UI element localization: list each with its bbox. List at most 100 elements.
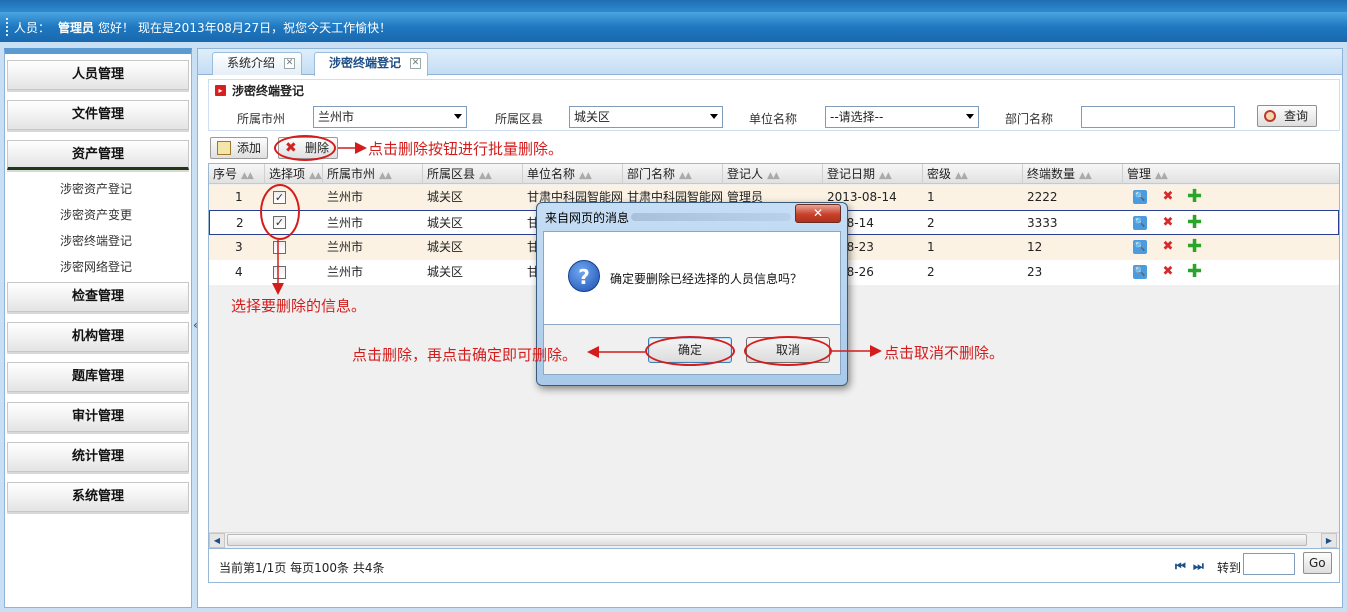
panel-title-text: 涉密终端登记	[232, 84, 305, 98]
menu-statistics[interactable]: 统计管理	[7, 442, 189, 472]
col-header-city[interactable]: 所属市州 ▲▲	[323, 164, 423, 184]
col-header-label: 管理	[1127, 167, 1152, 181]
add-icon[interactable]: ✚	[1187, 214, 1202, 232]
col-header-date[interactable]: 登记日期 ▲▲	[823, 164, 923, 184]
city-select[interactable]: 兰州市	[313, 106, 467, 128]
scroll-thumb[interactable]	[227, 534, 1307, 546]
dialog-message: 确定要删除已经选择的人员信息吗？	[610, 272, 803, 286]
filter-bar: 所属市州 兰州市 所属区县 城关区 单位名称 --请选择-- 部门名称 查询	[208, 101, 1340, 131]
tab-close-icon[interactable]: ✕	[284, 58, 296, 69]
view-icon[interactable]: 🔍	[1133, 216, 1147, 230]
menu-organization[interactable]: 机构管理	[7, 322, 189, 352]
date-message: 现在是2013年08月27日，祝您今天工作愉快！	[138, 20, 392, 35]
sort-icon: ▲▲	[1079, 171, 1092, 181]
add-button[interactable]: 添加	[210, 137, 268, 159]
cell-no: 2	[236, 216, 244, 230]
greeting-text: 您好！	[98, 20, 135, 35]
annotation-oval-ok	[645, 336, 735, 366]
delete-icon[interactable]: ✖	[1161, 240, 1175, 254]
sort-icon: ▲▲	[241, 171, 254, 181]
view-icon[interactable]: 🔍	[1133, 240, 1147, 254]
unit-select[interactable]: --请选择--	[825, 106, 979, 128]
question-icon: ?	[568, 260, 600, 292]
goto-page-input[interactable]	[1243, 553, 1295, 575]
add-icon[interactable]: ✚	[1187, 188, 1202, 206]
col-header-no[interactable]: 序号 ▲▲	[209, 164, 265, 184]
cell-city: 兰州市	[327, 265, 364, 279]
county-select[interactable]: 城关区	[569, 106, 723, 128]
edit-icon	[217, 141, 231, 155]
tab-close-icon[interactable]: ✕	[410, 58, 422, 69]
query-button[interactable]: 查询	[1257, 105, 1318, 127]
county-label: 所属区县	[495, 112, 544, 126]
menu-personnel[interactable]: 人员管理	[7, 60, 189, 90]
tab-terminal-register[interactable]: 涉密终端登记 ✕	[314, 52, 429, 76]
sort-icon: ▲▲	[479, 171, 492, 181]
col-header-unit[interactable]: 单位名称 ▲▲	[523, 164, 623, 184]
delete-icon[interactable]: ✖	[1161, 265, 1175, 279]
col-header-registrar[interactable]: 登记人 ▲▲	[723, 164, 823, 184]
col-header-label: 终端数量	[1027, 167, 1076, 181]
col-header-manage: 管理 ▲▲	[1123, 164, 1339, 184]
submenu-asset-register[interactable]: 涉密资产登记	[5, 176, 191, 202]
county-select-value: 城关区	[574, 110, 611, 124]
menu-assets[interactable]: 资产管理	[7, 140, 189, 170]
cell-level: 1	[927, 240, 935, 254]
add-icon[interactable]: ✚	[1187, 263, 1202, 281]
add-icon[interactable]: ✚	[1187, 238, 1202, 256]
cell-no: 1	[235, 190, 243, 204]
last-page-icon[interactable]: ⏭	[1193, 559, 1204, 574]
go-button[interactable]: Go	[1303, 552, 1332, 574]
view-icon[interactable]: 🔍	[1133, 265, 1147, 279]
col-header-level[interactable]: 密级 ▲▲	[923, 164, 1023, 184]
menu-question-bank[interactable]: 题库管理	[7, 362, 189, 392]
view-icon[interactable]: 🔍	[1133, 190, 1147, 204]
sidebar: 人员管理 文件管理 资产管理 涉密资产登记 涉密资产变更 涉密终端登记 涉密网络…	[4, 48, 192, 608]
goto-label: 转到	[1217, 561, 1242, 575]
cell-count: 3333	[1027, 216, 1058, 230]
tab-bar: 系统介绍 ✕ 涉密终端登记 ✕	[198, 49, 1342, 76]
col-header-county[interactable]: 所属区县 ▲▲	[423, 164, 523, 184]
cell-level: 2	[927, 265, 935, 279]
chevron-down-icon	[454, 114, 462, 119]
scroll-right-icon[interactable]: ▶	[1321, 533, 1337, 548]
annotation-cancel-hint: 点击取消不删除。	[884, 344, 1005, 362]
delete-icon[interactable]: ✖	[1161, 190, 1175, 204]
annotation-select-hint: 选择要删除的信息。	[231, 297, 367, 315]
dialog-close-button[interactable]: ✕	[795, 204, 841, 223]
grid-header: 序号 ▲▲ 选择项 ▲▲ 所属市州 ▲▲ 所属区县 ▲▲ 单位名称 ▲▲ 部门名称 ▲▲ 登…	[209, 164, 1339, 184]
row-checkbox[interactable]	[273, 266, 286, 279]
menu-inspection[interactable]: 检查管理	[7, 282, 189, 312]
scroll-left-icon[interactable]: ◀	[209, 533, 225, 548]
submenu-network-register[interactable]: 涉密网络登记	[5, 254, 191, 280]
sort-icon: ▲▲	[579, 171, 592, 181]
delete-icon[interactable]: ✖	[1161, 216, 1175, 230]
unit-label: 单位名称	[749, 112, 798, 126]
pager-info: 当前第1/1页 每页100条 共4条	[219, 561, 385, 575]
chevron-down-icon	[710, 114, 718, 119]
dialog-title: 来自网页的消息	[545, 211, 630, 225]
dept-input[interactable]	[1081, 106, 1235, 128]
cell-level: 1	[927, 190, 935, 204]
menu-files[interactable]: 文件管理	[7, 100, 189, 130]
col-header-count[interactable]: 终端数量 ▲▲	[1023, 164, 1123, 184]
annotation-oval-delete	[274, 135, 336, 161]
sort-icon: ▲▲	[679, 171, 692, 181]
col-header-label: 序号	[213, 167, 238, 181]
horizontal-scrollbar[interactable]: ◀ ▶	[209, 532, 1339, 548]
pager: 当前第1/1页 每页100条 共4条 ⏮ ⏭ 转到 Go	[208, 549, 1340, 583]
col-header-label: 登记人	[727, 167, 764, 181]
col-header-select[interactable]: 选择项 ▲▲	[265, 164, 323, 184]
row-checkbox[interactable]	[273, 241, 286, 254]
submenu-terminal-register[interactable]: 涉密终端登记	[5, 228, 191, 254]
cell-count: 23	[1027, 265, 1043, 279]
menu-system[interactable]: 系统管理	[7, 482, 189, 512]
menu-audit[interactable]: 审计管理	[7, 402, 189, 432]
cell-count: 2222	[1027, 190, 1058, 204]
col-header-dept[interactable]: 部门名称 ▲▲	[623, 164, 723, 184]
submenu-asset-change[interactable]: 涉密资产变更	[5, 202, 191, 228]
tab-system-intro[interactable]: 系统介绍 ✕	[212, 52, 303, 75]
col-header-label: 部门名称	[627, 167, 676, 181]
first-page-icon[interactable]: ⏮	[1175, 559, 1186, 574]
sort-icon: ▲▲	[767, 171, 780, 181]
